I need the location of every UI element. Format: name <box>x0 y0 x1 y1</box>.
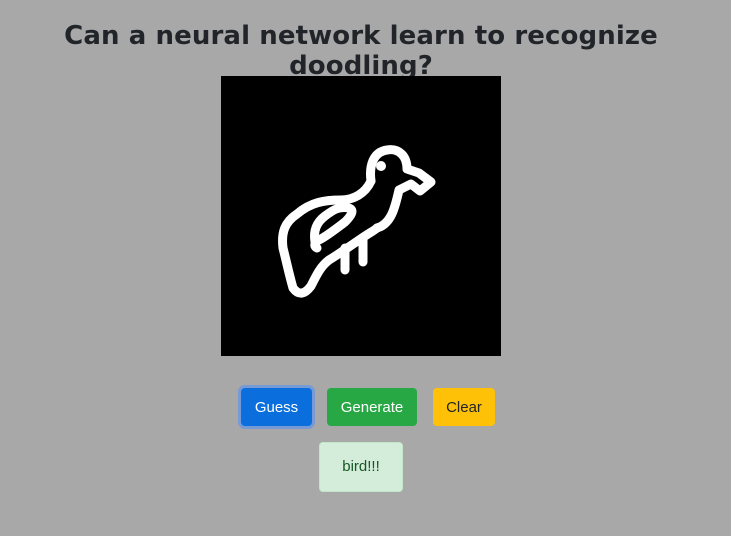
page: Can a neural network learn to recognize … <box>0 0 731 536</box>
guess-button[interactable]: Guess <box>241 388 312 426</box>
clear-button[interactable]: Clear <box>433 388 495 426</box>
drawing-canvas[interactable] <box>221 76 501 356</box>
doodle-drawing <box>278 145 436 298</box>
doodle-stroke-eye <box>376 161 386 171</box>
doodle-stroke-wing <box>310 203 357 253</box>
page-title: Can a neural network learn to recognize … <box>64 21 658 81</box>
generate-button[interactable]: Generate <box>327 388 417 426</box>
prediction-result: bird!!! <box>319 442 403 492</box>
